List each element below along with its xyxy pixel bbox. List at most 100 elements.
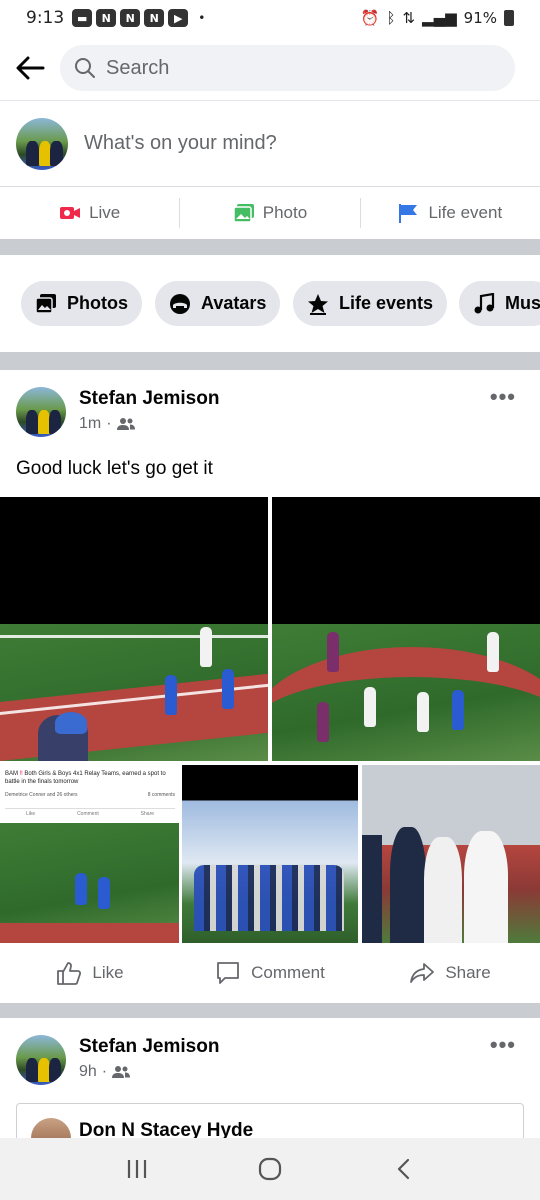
friends-icon [116,418,135,430]
battery-icon [504,10,514,26]
signal-icon: ▂▄▆ [422,9,457,27]
avatar[interactable] [16,1035,66,1085]
share-icon [410,963,435,983]
comment-button[interactable]: Comment [180,960,360,986]
post-separator: · [106,415,112,432]
post-meta: Stefan Jemison 9h · [79,1035,219,1085]
composer[interactable]: What's on your mind? [0,101,540,187]
search-header: Search [0,36,540,101]
post-time[interactable]: 9h [79,1063,97,1081]
photo-icon [233,204,254,223]
composer-actions: Live Photo Life event [0,187,540,239]
post-header: Stefan Jemison 1m · [16,387,219,437]
feed-post: Stefan Jemison 9h · ••• Don N Stacey Hyd… [0,1018,540,1138]
news-icon: N [96,9,117,27]
back-icon[interactable] [383,1149,423,1189]
post-photo[interactable] [362,765,540,943]
tile-comments: 8 comments [147,792,175,798]
post-time[interactable]: 1m [79,415,101,433]
status-time: 9:13 [26,8,65,28]
search-icon [75,58,95,78]
tile-reactions: Demetrice Conner and 26 others [5,792,78,798]
life-event-label: Life event [428,203,503,222]
post-photo[interactable] [0,497,268,761]
life-event-button[interactable]: Life event [359,198,540,228]
live-video-icon [60,207,81,219]
friends-icon [112,1066,131,1078]
battery-level: 91% [463,9,497,27]
avatar[interactable] [31,1118,71,1138]
post-actions: Like Comment Share [0,943,540,1003]
chip-label: Mus [505,293,540,313]
section-divider [0,239,540,255]
like-icon [57,962,82,985]
share-label: Share [445,963,491,982]
chip-label: Life events [339,293,434,313]
photo-button[interactable]: Photo [179,198,359,228]
share-button[interactable]: Share [360,960,540,986]
post-meta: Stefan Jemison 1m · [79,387,219,437]
youtube-icon: ▶ [168,9,189,27]
post-header: Stefan Jemison 9h · [16,1035,219,1085]
messages-icon: ▬ [72,9,93,27]
post-photo[interactable] [272,497,540,761]
data-icon: ⇅ [402,9,416,27]
search-placeholder: Search [106,56,170,79]
comment-label: Comment [251,963,325,982]
avatar[interactable] [16,117,68,170]
shared-author[interactable]: Don N Stacey Hyde [79,1120,253,1138]
post-photo-grid: BAM ‼ Both Girls & Boys 4x1 Relay Teams,… [0,497,540,943]
post-more-button[interactable]: ••• [490,384,516,410]
like-label: Like [92,963,124,982]
chip-life-events[interactable]: Life events [293,281,448,326]
chip-label: Avatars [201,293,267,313]
system-nav-bar [0,1138,540,1200]
tile-headline: Both Girls & Boys 4x1 Relay Teams, earne… [5,771,166,785]
comment-icon [217,962,240,984]
post-text: Good luck let's go get it [16,458,213,479]
music-icon [474,292,495,313]
tile-comment: Comment [77,811,99,817]
section-divider [0,1003,540,1018]
profile-chips: Photos Avatars Life events Mus [0,255,540,352]
tile-like: Like [25,811,36,817]
status-dot: • [198,11,206,25]
post-subline: 1m · [79,415,219,433]
home-icon[interactable] [250,1149,290,1189]
post-separator: · [101,1063,108,1080]
avatar[interactable] [16,387,66,437]
status-right: ⏰ ᛒ ⇅ ▂▄▆ 91% [361,9,514,27]
post-subline: 9h · [79,1063,219,1081]
news-icon: N [144,9,165,27]
shared-post-card[interactable]: Don N Stacey Hyde [16,1103,524,1138]
composer-prompt[interactable]: What's on your mind? [84,132,277,155]
status-bar: 9:13 ▬ N N N ▶ • ⏰ ᛒ ⇅ ▂▄▆ 91% [0,0,540,36]
flag-icon [399,204,418,223]
chip-avatars[interactable]: Avatars [155,281,281,326]
news-icon: N [120,9,141,27]
post-author[interactable]: Stefan Jemison [79,1035,219,1059]
live-button[interactable]: Live [0,198,179,228]
chip-music[interactable]: Mus [459,281,540,326]
chip-label: Photos [67,293,128,313]
tile-headline-mark: ‼ [19,771,23,777]
back-arrow-icon[interactable] [0,36,60,101]
tile-headline-prefix: BAM [5,771,19,777]
avatar-icon [170,293,190,314]
bluetooth-icon: ᛒ [386,9,396,27]
like-button[interactable]: Like [0,960,180,986]
photo-label: Photo [262,203,308,222]
section-divider [0,352,540,370]
photos-icon [35,293,56,314]
post-author[interactable]: Stefan Jemison [79,387,219,411]
star-icon [308,293,328,315]
live-label: Live [89,203,121,222]
alarm-icon: ⏰ [360,9,380,27]
search-input[interactable]: Search [60,45,515,91]
recents-icon[interactable] [117,1149,157,1189]
tile-share: Share [140,811,155,817]
post-photo[interactable] [182,765,358,943]
chip-photos[interactable]: Photos [21,281,142,326]
post-more-button[interactable]: ••• [490,1032,516,1058]
post-photo[interactable]: BAM ‼ Both Girls & Boys 4x1 Relay Teams,… [0,765,179,943]
